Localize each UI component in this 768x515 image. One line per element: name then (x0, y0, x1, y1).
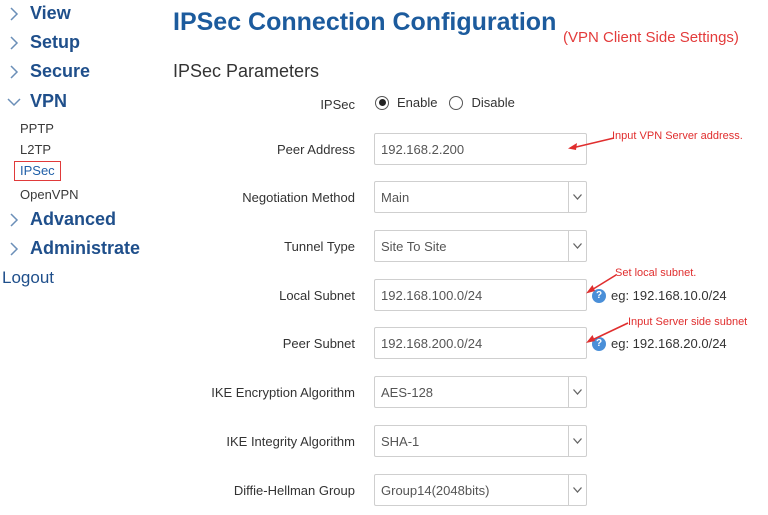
dh-group-value: Group14(2048bits) (381, 482, 490, 498)
annotation-peer-address: Input VPN Server address. (612, 130, 743, 142)
ike-integrity-select[interactable]: SHA-1 (374, 425, 587, 457)
section-title: IPSec Parameters (173, 61, 320, 81)
chevron-right-icon (6, 241, 22, 257)
dh-group-select[interactable]: Group14(2048bits) (374, 474, 587, 506)
ike-integrity-value: SHA-1 (381, 433, 420, 449)
annotation-peer-subnet: Input Server side subnet (628, 316, 748, 328)
dh-group-label: Diffie-Hellman Group (233, 483, 355, 498)
tunnel-type-select[interactable]: Site To Site (374, 230, 587, 262)
nav-item-advanced[interactable]: Advanced (6, 209, 116, 230)
chevron-down-icon (568, 377, 586, 407)
chevron-right-icon (6, 64, 22, 80)
chevron-down-icon (568, 426, 586, 456)
chevron-down-icon (6, 94, 22, 110)
nav-item-vpn[interactable]: VPN (6, 91, 67, 112)
nav-item-secure[interactable]: Secure (6, 61, 90, 82)
peer-address-label: Peer Address (276, 142, 355, 157)
logout-link[interactable]: Logout (2, 268, 54, 288)
nav-label: View (30, 3, 71, 23)
peer-address-input[interactable]: 192.168.2.200 (374, 133, 587, 165)
subnav-item-l2tp[interactable]: L2TP (20, 142, 51, 157)
local-subnet-value: 192.168.100.0/24 (381, 287, 483, 303)
disable-radio[interactable] (449, 95, 464, 110)
nav-label: Setup (30, 32, 81, 52)
negotiation-method-value: Main (381, 189, 410, 205)
ike-encryption-value: AES-128 (381, 384, 434, 400)
negotiation-method-select[interactable]: Main (374, 181, 587, 213)
peer-address-value: 192.168.2.200 (381, 141, 465, 157)
chevron-right-icon (6, 6, 22, 22)
ike-encryption-select[interactable]: AES-128 (374, 376, 587, 408)
nav-item-administrate[interactable]: Administrate (6, 238, 140, 259)
peer-subnet-value: 192.168.200.0/24 (381, 335, 483, 351)
nav-item-view[interactable]: View (6, 3, 71, 24)
annotation-arrow-icon (586, 274, 617, 294)
nav-label: Secure (30, 61, 91, 81)
local-subnet-input[interactable]: 192.168.100.0/24 (374, 279, 587, 311)
enable-radio[interactable] (375, 95, 389, 110)
chevron-down-icon (568, 475, 586, 505)
chevron-right-icon (6, 212, 22, 228)
subnav-item-pptp[interactable]: PPTP (20, 121, 54, 136)
chevron-right-icon (6, 35, 22, 51)
nav-item-setup[interactable]: Setup (6, 32, 80, 53)
local-subnet-label: Local Subnet (279, 288, 355, 303)
nav-label: VPN (30, 91, 68, 111)
nav-label: Advanced (30, 209, 117, 229)
chevron-down-icon (568, 182, 586, 212)
enable-radio-label: Enable (397, 95, 438, 110)
annotation-arrow-icon (586, 322, 629, 343)
nav-label: Administrate (30, 238, 141, 258)
ipsec-label: IPSec (320, 97, 355, 112)
subnav-item-openvpn[interactable]: OpenVPN (20, 187, 79, 202)
tunnel-type-label: Tunnel Type (284, 239, 355, 254)
tunnel-type-value: Site To Site (381, 238, 447, 254)
ike-encryption-label: IKE Encryption Algorithm (211, 385, 355, 400)
local-subnet-hint-text: eg: 192.168.10.0/24 (611, 288, 727, 303)
negotiation-method-label: Negotiation Method (242, 190, 355, 205)
chevron-down-icon (568, 231, 586, 261)
radio-selected-dot (378, 99, 386, 106)
annotation-arrow-icon (568, 137, 615, 150)
annotation-local-subnet: Set local subnet. (615, 267, 697, 279)
peer-subnet-input[interactable]: 192.168.200.0/24 (374, 327, 587, 359)
page-subtitle: (VPN Client Side Settings) (563, 29, 739, 46)
ipsec-radio-group: Enable Disable (375, 95, 527, 110)
disable-radio-label: Disable (471, 95, 515, 110)
page-title: IPSec Connection Configuration (173, 8, 557, 36)
peer-subnet-label: Peer Subnet (282, 336, 355, 351)
ike-integrity-label: IKE Integrity Algorithm (226, 434, 355, 449)
subnav-item-ipsec[interactable]: IPSec (14, 161, 61, 181)
